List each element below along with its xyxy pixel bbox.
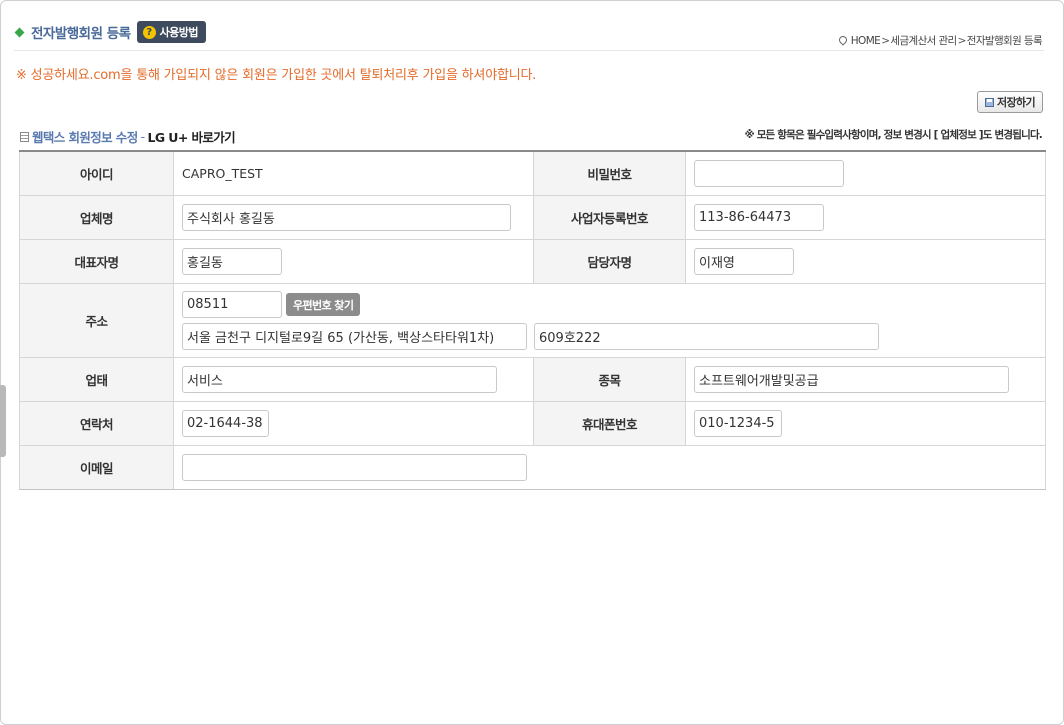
title-area: 전자발행회원 등록 ? 사용방법 bbox=[14, 21, 207, 43]
breadcrumb-current: 전자발행회원 등록 bbox=[966, 35, 1043, 47]
form-row-company: 업체명 사업자등록번호 bbox=[19, 195, 1046, 240]
address2-input[interactable] bbox=[534, 323, 879, 350]
bizno-cell bbox=[685, 195, 1046, 240]
bizno-label: 사업자등록번호 bbox=[533, 195, 686, 240]
biztype-input[interactable] bbox=[182, 366, 497, 393]
floppy-disk-icon bbox=[984, 97, 994, 107]
form-row-biztype: 업태 종목 bbox=[19, 357, 1046, 402]
page-header: 전자발행회원 등록 ? 사용방법 HOME > 세금계산서 관리 > 전자발행회… bbox=[14, 20, 1044, 51]
lg-uplus-link[interactable]: LG U+ 바로가기 bbox=[148, 127, 236, 146]
help-icon: ? bbox=[142, 25, 156, 39]
howto-button[interactable]: ? 사용방법 bbox=[136, 21, 207, 43]
required-note: ※ 모든 항목은 필수입력사항이며, 정보 변경시 [ 업체정보 ]도 변경됩니… bbox=[744, 129, 1042, 141]
manager-input[interactable] bbox=[694, 248, 794, 275]
breadcrumb-tax-invoice[interactable]: 세금계산서 관리 bbox=[890, 33, 957, 48]
mobile-cell bbox=[685, 401, 1046, 446]
address-line bbox=[182, 323, 1037, 350]
form-row-ceo: 대표자명 담당자명 bbox=[19, 239, 1046, 284]
breadcrumb-separator: > bbox=[957, 34, 967, 47]
bizitem-cell bbox=[685, 357, 1046, 402]
save-button[interactable]: 저장하기 bbox=[977, 91, 1043, 113]
page-title: 전자발행회원 등록 bbox=[31, 26, 131, 42]
mobile-label: 휴대폰번호 bbox=[533, 401, 686, 446]
address-cell: 우편번호 찾기 bbox=[173, 283, 1046, 358]
ceo-cell bbox=[173, 239, 534, 284]
password-label: 비밀번호 bbox=[533, 150, 686, 196]
id-label: 아이디 bbox=[19, 150, 174, 196]
email-input[interactable] bbox=[182, 454, 527, 481]
manager-label: 담당자명 bbox=[533, 239, 686, 284]
howto-label: 사용방법 bbox=[159, 26, 199, 39]
company-cell bbox=[173, 195, 534, 240]
bizitem-input[interactable] bbox=[694, 366, 1009, 393]
breadcrumb-home[interactable]: HOME bbox=[851, 35, 881, 47]
section-header: 웹택스 회원정보 수정 - LG U+ 바로가기 ※ 모든 항목은 필수입력사항… bbox=[20, 127, 1043, 147]
biztype-label: 업태 bbox=[19, 357, 174, 402]
password-input[interactable] bbox=[694, 160, 844, 187]
form-row-contact: 연락처 휴대폰번호 bbox=[19, 401, 1046, 446]
phone-label: 연락처 bbox=[19, 401, 174, 446]
id-cell: CAPRO_TEST bbox=[173, 150, 534, 196]
bizitem-label: 종목 bbox=[533, 357, 686, 402]
id-value: CAPRO_TEST bbox=[182, 165, 263, 181]
zip-search-button[interactable]: 우편번호 찾기 bbox=[286, 293, 361, 316]
breadcrumb: HOME > 세금계산서 관리 > 전자발행회원 등록 bbox=[837, 33, 1043, 48]
mobile-input[interactable] bbox=[694, 410, 782, 437]
email-cell bbox=[173, 445, 1046, 490]
breadcrumb-separator: > bbox=[881, 34, 890, 47]
phone-input[interactable] bbox=[182, 410, 269, 437]
phone-cell bbox=[173, 401, 534, 446]
document-icon bbox=[20, 131, 29, 142]
form-row-email: 이메일 bbox=[19, 445, 1046, 490]
form-row-id: 아이디 CAPRO_TEST 비밀번호 bbox=[19, 150, 1046, 196]
section-title-dash: - bbox=[140, 129, 146, 144]
member-form-table: 아이디 CAPRO_TEST 비밀번호 업체명 사업자등록번호 대표자명 담당자… bbox=[19, 150, 1046, 490]
location-pin-icon bbox=[837, 33, 849, 46]
ceo-input[interactable] bbox=[182, 248, 282, 275]
biztype-cell bbox=[173, 357, 534, 402]
email-label: 이메일 bbox=[19, 445, 174, 490]
bizno-input[interactable] bbox=[694, 204, 824, 231]
ceo-label: 대표자명 bbox=[19, 239, 174, 284]
side-scroll-handle[interactable] bbox=[0, 385, 6, 457]
address-label: 주소 bbox=[19, 283, 174, 358]
zip-line: 우편번호 찾기 bbox=[182, 291, 1037, 318]
save-label: 저장하기 bbox=[996, 96, 1036, 109]
address1-input[interactable] bbox=[182, 323, 527, 350]
section-title-text: 웹택스 회원정보 수정 bbox=[32, 130, 138, 145]
company-label: 업체명 bbox=[19, 195, 174, 240]
notice-text: ※ 성공하세요.com을 통해 가입되지 않은 회원은 가입한 곳에서 탈퇴처리… bbox=[16, 68, 537, 83]
company-input[interactable] bbox=[182, 204, 511, 231]
section-title: 웹택스 회원정보 수정 - LG U+ 바로가기 bbox=[20, 127, 236, 146]
password-cell bbox=[685, 150, 1046, 196]
title-bullet-icon bbox=[14, 27, 25, 37]
form-row-address: 주소 우편번호 찾기 bbox=[19, 283, 1046, 358]
manager-cell bbox=[685, 239, 1046, 284]
zip-input[interactable] bbox=[182, 291, 282, 318]
